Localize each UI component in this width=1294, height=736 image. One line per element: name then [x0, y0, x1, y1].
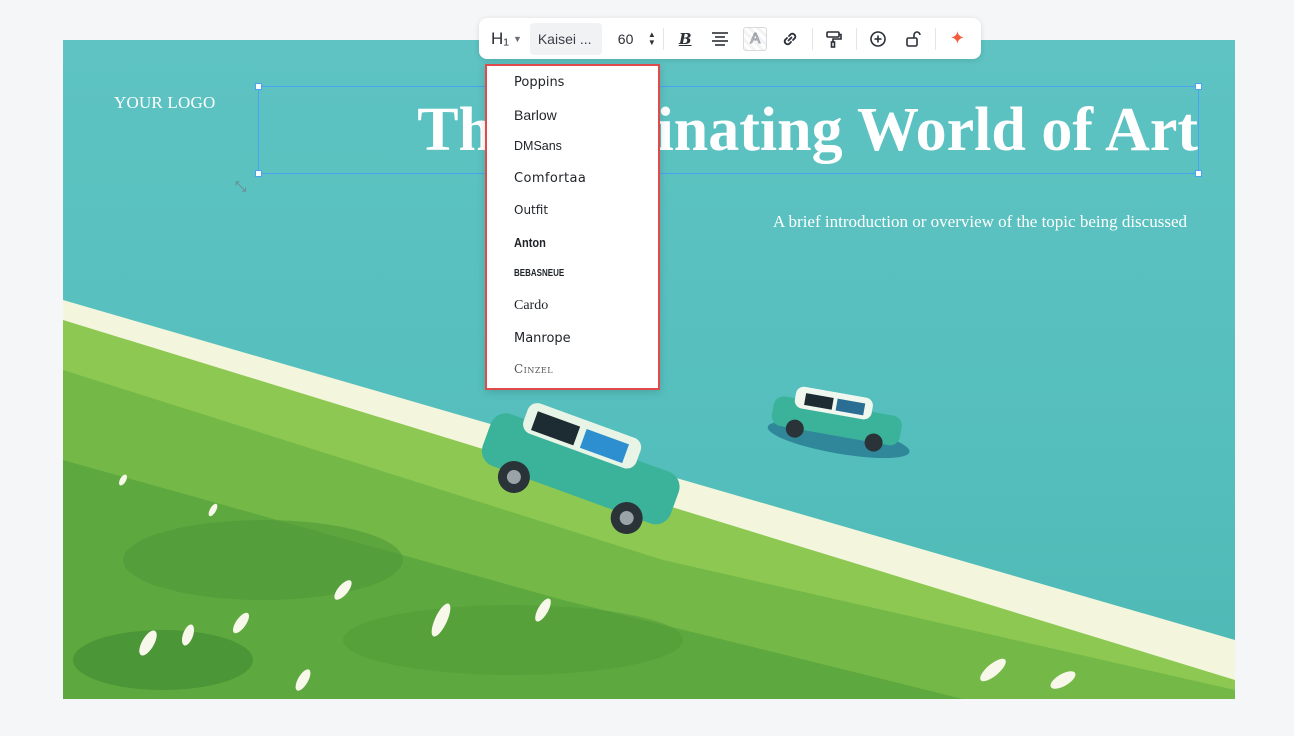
align-center-icon	[712, 31, 729, 46]
toolbar-divider	[934, 27, 936, 50]
resize-handle-top-right[interactable]	[1195, 83, 1202, 90]
text-format-toolbar: H₁ ▼ Kaisei ... 60 ▲ ▼ B A ✦	[479, 18, 981, 59]
stepper-icon[interactable]: ▲ ▼	[645, 24, 659, 54]
logo-text[interactable]: YOUR LOGO	[114, 93, 215, 113]
add-comment-icon	[870, 30, 887, 47]
font-size-input[interactable]: 60	[606, 24, 645, 54]
link-icon	[784, 32, 797, 45]
toolbar-divider	[855, 27, 857, 50]
ai-sparkle-icon: ✦	[949, 28, 965, 48]
resize-handle-bottom-right[interactable]	[1195, 170, 1202, 177]
font-option-cardo[interactable]: Cardo	[514, 298, 548, 314]
toolbar-divider	[811, 27, 813, 50]
font-option-dmsans[interactable]: DMSans	[514, 139, 562, 153]
rotate-icon[interactable]: ⤡	[235, 178, 246, 195]
car-floating	[767, 386, 910, 459]
unlock-icon	[906, 30, 922, 47]
font-family-select[interactable]: Kaisei ...	[529, 22, 603, 55]
format-painter-icon	[826, 30, 843, 48]
bold-button[interactable]: B	[668, 24, 703, 54]
chevron-down-icon: ▼	[512, 33, 522, 44]
resize-handle-top-left[interactable]	[255, 83, 262, 90]
text-color-button[interactable]: A	[738, 24, 773, 54]
font-option-barlow[interactable]: Barlow	[514, 107, 557, 123]
font-option-poppins[interactable]: Poppins	[514, 75, 564, 90]
text-color-icon: A	[743, 26, 768, 51]
font-option-outfit[interactable]: Outfit	[514, 203, 548, 217]
font-option-manrope[interactable]: Manrope	[514, 331, 571, 346]
resize-handle-bottom-left[interactable]	[255, 170, 262, 177]
font-option-cinzel[interactable]: Cinzel	[514, 362, 553, 376]
font-option-bebasneue[interactable]: BEBASNEUE	[514, 268, 564, 279]
bold-icon: B	[678, 29, 692, 48]
toolbar-divider	[662, 27, 664, 50]
format-painter-button[interactable]	[817, 24, 852, 54]
font-option-comfortaa[interactable]: Comfortaa	[514, 171, 586, 186]
title-selection-frame[interactable]: The Fascinating World of Art	[255, 83, 1202, 177]
subtitle-text[interactable]: A brief introduction or overview of the …	[773, 212, 1187, 232]
heading-icon: H₁	[490, 28, 509, 48]
add-comment-button[interactable]	[861, 24, 896, 54]
ai-assist-button[interactable]: ✦	[940, 24, 975, 54]
font-family-dropdown: Poppins Barlow DMSans Comfortaa Outfit A…	[485, 64, 660, 390]
heading-level-button[interactable]: H₁ ▼	[485, 24, 528, 54]
font-option-anton[interactable]: Anton	[514, 235, 546, 250]
lock-button[interactable]	[896, 24, 931, 54]
align-button[interactable]	[703, 24, 738, 54]
link-button[interactable]	[773, 24, 808, 54]
